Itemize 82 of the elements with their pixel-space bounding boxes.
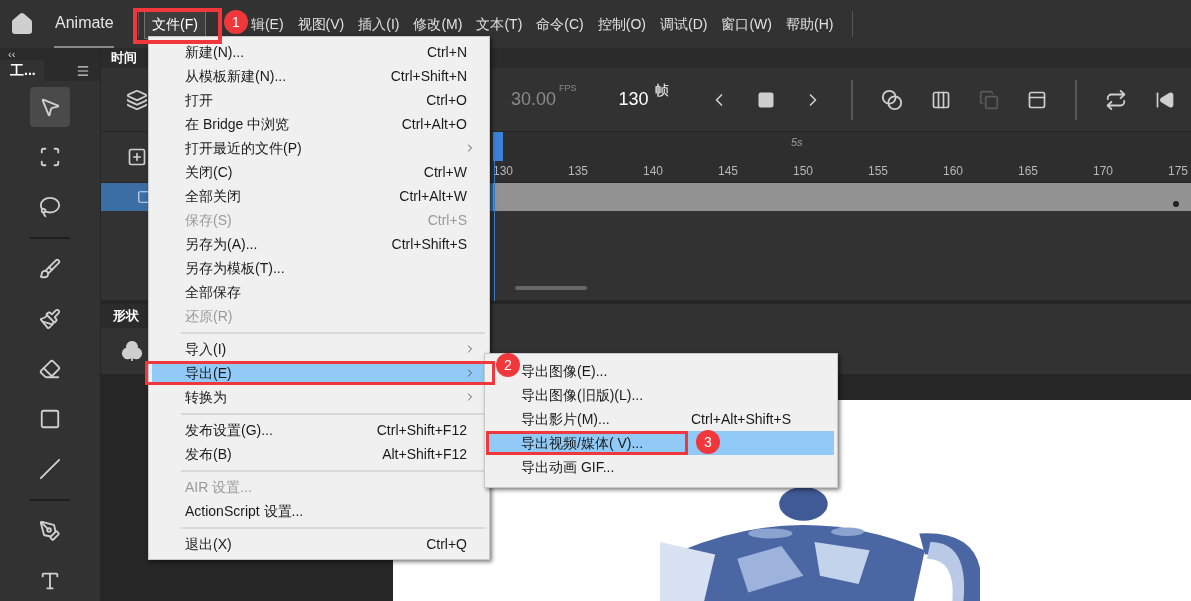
frame-number: 150 <box>793 163 813 180</box>
lasso-icon <box>39 196 61 218</box>
menu-item[interactable]: 从模板新建(N)... Ctrl+Shift+N <box>152 64 486 88</box>
frame-number: 155 <box>868 163 888 180</box>
pen-icon <box>39 520 61 542</box>
fps-value[interactable]: 30.00 <box>511 86 557 113</box>
shortcut-label: Ctrl+W <box>423 162 467 182</box>
loop-icon[interactable] <box>1104 88 1127 111</box>
menu-item[interactable]: 命令(C) <box>529 9 591 39</box>
menu-item[interactable]: 另存为模板(T)... <box>152 256 486 280</box>
menu-item[interactable]: 调试(D) <box>653 9 715 39</box>
menu-item[interactable]: 打开 Ctrl+O <box>152 88 486 112</box>
menu-item[interactable]: 控制(O) <box>590 9 653 39</box>
menu-item[interactable]: 打开最近的文件(P) <box>152 136 486 160</box>
menu-item[interactable]: 全部保存 <box>152 280 486 304</box>
frame-number: 130 <box>493 163 513 180</box>
menu-item[interactable]: 在 Bridge 中浏览 Ctrl+Alt+O <box>152 112 486 136</box>
menu-item[interactable]: 新建(N)... Ctrl+N <box>152 40 486 64</box>
scrollbar-thumb[interactable] <box>515 286 587 290</box>
frame-value[interactable]: 130 <box>618 86 649 113</box>
shortcut-label: Ctrl+O <box>426 90 467 110</box>
menu-item[interactable]: 窗口(W) <box>714 9 779 39</box>
pointer-icon <box>39 96 61 118</box>
menu-icon[interactable] <box>76 63 90 78</box>
tool-button[interactable] <box>30 87 70 127</box>
brush-icon <box>39 258 61 280</box>
shortcut-label: Ctrl+S <box>427 210 467 230</box>
menu-item[interactable]: 退出(X) Ctrl+Q <box>152 532 486 556</box>
fps-unit: FPS <box>559 82 577 95</box>
frame-number: 160 <box>943 163 963 180</box>
menu-item[interactable]: 发布设置(G)... Ctrl+Shift+F12 <box>152 418 486 442</box>
frame-number: 135 <box>568 163 588 180</box>
menu-item[interactable]: 关闭(C) Ctrl+W <box>152 160 486 184</box>
menu-item[interactable]: 导出影片(M)... Ctrl+Alt+Shift+S <box>488 407 834 431</box>
menu-item[interactable]: 文本(T) <box>469 9 530 39</box>
menu-item[interactable]: 导出图像(旧版)(L)... <box>488 383 834 407</box>
paintbrush-icon <box>39 308 61 330</box>
shortcut-label: Ctrl+Q <box>426 534 467 554</box>
shortcut-label: Ctrl+Alt+W <box>399 186 467 206</box>
menu-item[interactable]: 视图(V) <box>290 9 352 39</box>
menu-item[interactable]: 发布(B) Alt+Shift+F12 <box>152 442 486 466</box>
shortcut-label: Alt+Shift+F12 <box>382 444 467 464</box>
line-icon <box>39 458 61 480</box>
menu-item[interactable]: ActionScript 设置... <box>152 499 486 523</box>
menu-item[interactable]: 全部关闭 Ctrl+Alt+W <box>152 184 486 208</box>
frame-number: 170 <box>1093 163 1113 180</box>
home-icon[interactable] <box>10 12 34 36</box>
columns-icon[interactable] <box>930 89 951 110</box>
eraser-icon <box>39 358 61 380</box>
layers-icon[interactable] <box>126 88 148 111</box>
transform-icon <box>39 146 61 168</box>
keyframe-icon[interactable] <box>756 90 775 109</box>
panel-tab[interactable]: 工... <box>0 60 44 81</box>
menu-item[interactable]: 转换为 <box>152 385 486 409</box>
frame-number: 140 <box>643 163 663 180</box>
shortcut-label: Ctrl+Shift+N <box>390 66 467 86</box>
shortcut-label: Ctrl+N <box>426 42 467 62</box>
panel-icon[interactable] <box>1026 89 1047 110</box>
frame-number: 165 <box>1018 163 1038 180</box>
shortcut-label: Ctrl+Shift+S <box>391 234 467 254</box>
menu-item[interactable]: 导出动画 GIF... <box>488 455 834 479</box>
menu-item[interactable]: 帮助(H) <box>779 9 841 39</box>
shortcut-label: Ctrl+Alt+Shift+S <box>691 409 791 429</box>
menu-item[interactable]: 修改(M) <box>406 9 470 39</box>
shortcut-label: Ctrl+Alt+O <box>401 114 467 134</box>
frame-unit: 帧 <box>654 81 669 100</box>
frame-number: 145 <box>718 163 738 180</box>
onion-skin-icon[interactable] <box>880 88 903 111</box>
panel-tab[interactable]: 形状 <box>101 306 139 326</box>
club-icon[interactable] <box>121 340 143 362</box>
menu-item[interactable]: 导入(I) <box>152 337 486 361</box>
shortcut-label: Ctrl+Shift+F12 <box>376 420 467 440</box>
panel-tab[interactable]: 时间 <box>101 48 137 68</box>
rectangle-icon <box>39 408 61 430</box>
menu-item[interactable]: 另存为(A)... Ctrl+Shift+S <box>152 232 486 256</box>
end-keyframe-icon <box>1173 201 1179 207</box>
frame-number: 175 <box>1168 163 1188 180</box>
time-marker: 5s <box>791 134 803 150</box>
add-layer-icon[interactable] <box>127 147 147 167</box>
menu-item[interactable]: 插入(I) <box>351 9 407 39</box>
collapse-button[interactable]: ‹‹ <box>8 48 16 60</box>
text-tool-icon <box>39 570 61 592</box>
